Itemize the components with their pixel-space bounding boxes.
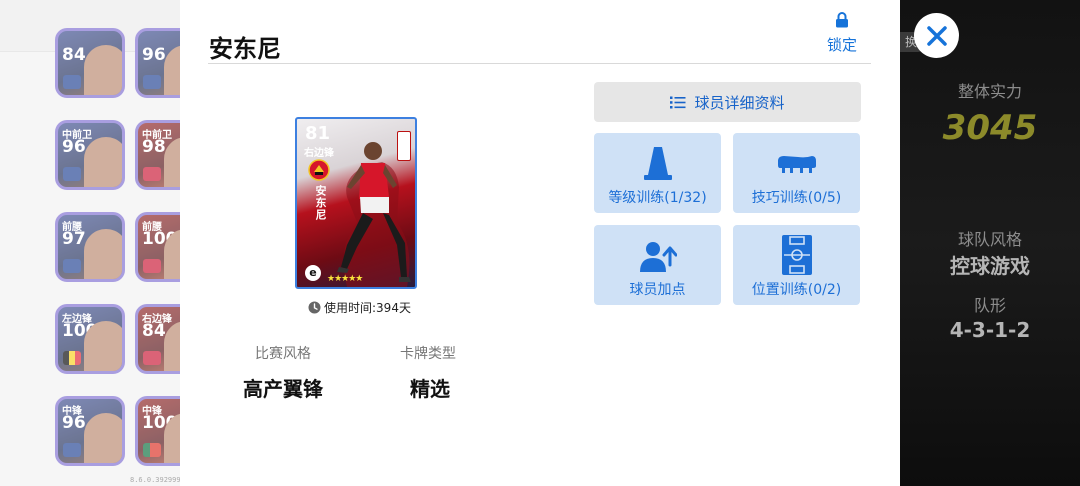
usage-time: 使用时间:394天: [308, 299, 411, 316]
card-stars: ★★★★★: [327, 274, 363, 284]
card-type-label: 卡牌类型: [400, 346, 456, 362]
team-tag-icon: [397, 131, 411, 161]
player-upgrade-icon: [639, 242, 677, 272]
level-training-button[interactable]: 等级训练(1/32): [594, 133, 721, 213]
cone-icon: [643, 147, 672, 180]
skill-training-label: 技巧训练(0/5): [751, 190, 842, 206]
lock-label: 锁定: [826, 36, 857, 54]
player-details-label: 球员详细资料: [694, 93, 785, 112]
card-rating: 81: [305, 123, 331, 144]
card-position: 右边锋: [304, 148, 334, 159]
close-icon: [926, 25, 947, 46]
play-style-label: 比赛风格: [255, 346, 311, 362]
player-card[interactable]: 81 右边锋 安东尼 e ★★★★★: [295, 117, 417, 289]
play-style-value: 高产翼锋: [243, 377, 323, 401]
card-type-value: 精选: [410, 377, 450, 401]
close-button[interactable]: [914, 13, 959, 58]
club-crest-icon: [308, 159, 330, 181]
squad-list-background: 84 96 中前卫 96 中前卫 98 前腰 97 前腰 100 左边锋 100: [0, 0, 240, 486]
player-upgrade-button[interactable]: 球员加点: [594, 225, 721, 305]
formation-value: 4-3-1-2: [949, 318, 1031, 342]
player-details-button[interactable]: 球员详细资料: [594, 82, 861, 122]
lock-icon: [836, 12, 848, 28]
level-training-label: 等级训练(1/32): [608, 190, 707, 206]
position-training-label: 位置训练(0/2): [751, 282, 842, 298]
team-stats-background: 换 整体实力 3045 球队风格 控球游戏 队形 4-3-1-2: [900, 0, 1080, 486]
usage-time-text: 使用时间:394天: [324, 301, 411, 315]
pitch-icon: [781, 235, 812, 275]
overall-strength-label: 整体实力: [957, 82, 1022, 101]
position-training-button[interactable]: 位置训练(0/2): [733, 225, 860, 305]
clock-icon: [308, 301, 321, 314]
formation-label: 队形: [973, 296, 1006, 315]
player-detail-modal: 安东尼 锁定 81 右边锋 安东尼 e ★★★★★ 使用时间:394天 比赛风格…: [180, 0, 900, 486]
card-player-name: 安东尼: [314, 185, 327, 221]
lock-button[interactable]: 锁定: [822, 12, 862, 55]
overall-strength-value: 3045: [942, 108, 1038, 148]
skill-training-button[interactable]: 技巧训练(0/5): [733, 133, 860, 213]
team-style-value: 控球游戏: [950, 254, 1030, 278]
boot-icon: [777, 156, 816, 173]
dim-overlay: [0, 0, 180, 486]
player-upgrade-label: 球员加点: [629, 282, 686, 298]
efootball-logo-icon: e: [305, 265, 321, 281]
header-divider: [208, 63, 871, 64]
player-name-title: 安东尼: [209, 35, 281, 63]
list-icon: [670, 96, 686, 108]
team-style-label: 球队风格: [957, 230, 1022, 249]
